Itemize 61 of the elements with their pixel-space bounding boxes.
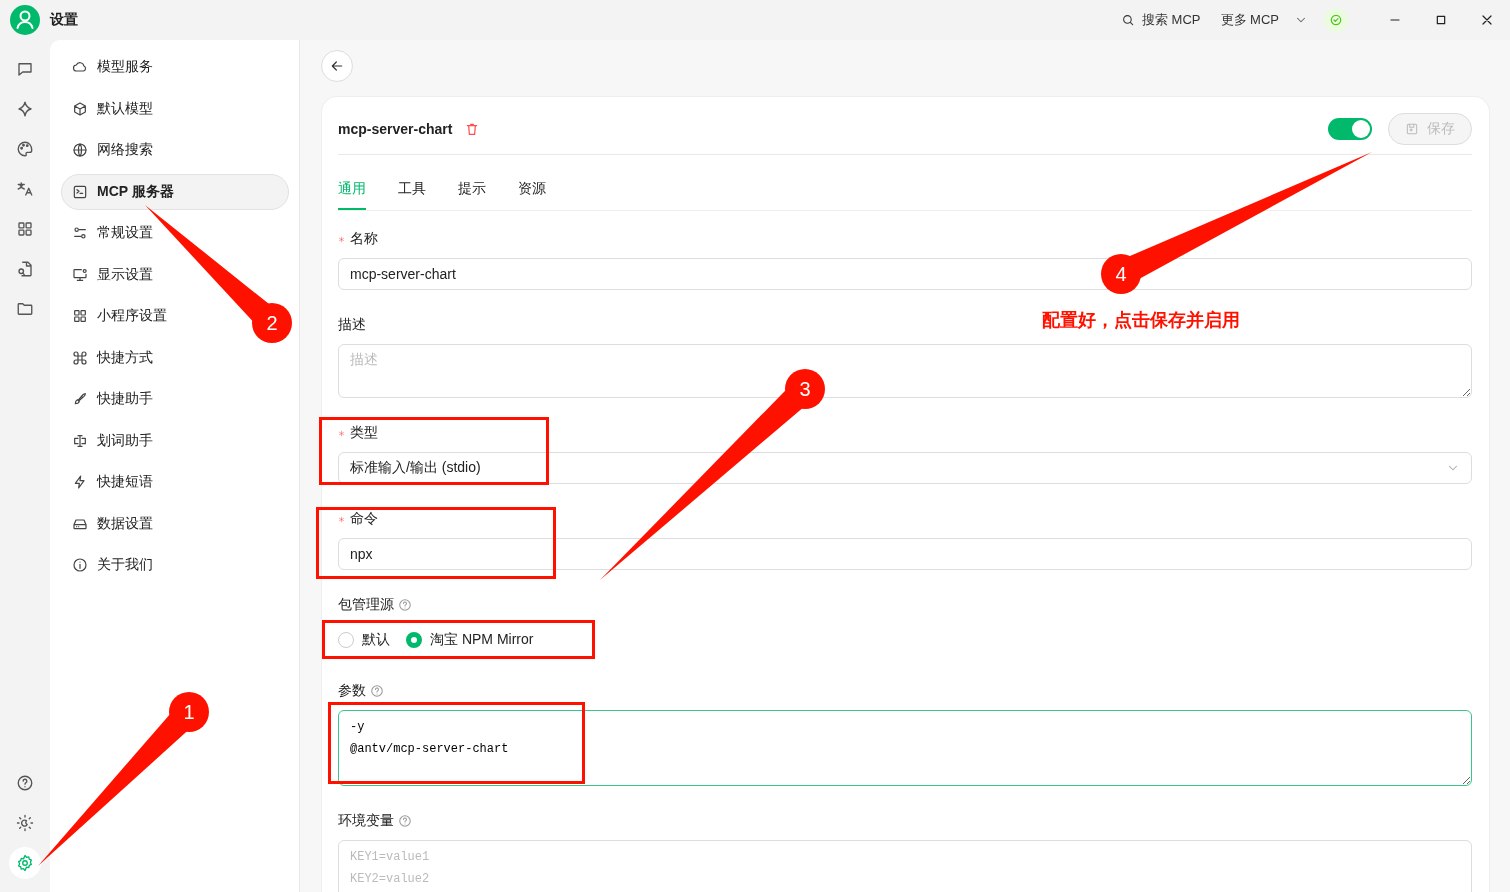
field-label: 命令 [350,510,378,528]
field-label: 描述 [338,316,366,334]
text-cursor-icon [72,432,88,449]
chat-icon[interactable] [16,60,34,78]
search-mcp-button[interactable]: 搜索 MCP [1121,11,1201,29]
sidebar-item[interactable]: 网络搜索 [61,132,164,168]
grid-icon [72,308,88,324]
info-icon [72,557,88,573]
cloud-icon [72,59,88,75]
field-label: 参数 [338,682,366,700]
search-icon [1121,13,1135,27]
sidebar-item[interactable]: 快捷短语 [61,464,164,500]
sidebar-item[interactable]: 数据设置 [61,505,164,542]
tab[interactable]: 提示 [458,178,486,210]
back-button[interactable] [321,50,353,82]
tab[interactable]: 资源 [518,178,546,210]
field-label: 类型 [350,424,378,442]
theme-icon[interactable] [16,814,34,832]
check-circle-icon [1324,8,1348,32]
radio-button[interactable] [338,632,354,648]
sidebar-item[interactable]: 关于我们 [61,547,164,583]
command-icon [72,349,88,366]
radio-option[interactable]: 淘宝 NPM Mirror [406,631,534,649]
monitor-icon [72,266,88,283]
sidebar-item[interactable]: MCP 服务器 [61,173,289,210]
help-icon[interactable] [16,774,34,792]
sidebar-item[interactable]: 划词助手 [61,422,164,459]
radio-button[interactable] [406,632,422,648]
sidebar-item[interactable]: 模型服务 [61,49,164,85]
enable-toggle[interactable] [1328,117,1372,140]
lightning-icon [72,474,88,490]
sliders-icon [72,225,88,241]
text-area[interactable]: -y @antv/mcp-server-chart [338,710,1472,786]
field-label: 名称 [350,230,378,248]
terminal-icon [72,183,88,200]
avatar-icon [10,5,40,35]
field-label: 包管理源 [338,596,394,614]
sparkle-icon[interactable] [16,100,34,118]
server-name: mcp-server-chart [338,120,453,137]
tab[interactable]: 工具 [398,178,426,210]
more-mcp-dropdown[interactable]: 更多 MCP [1220,11,1308,29]
translate-icon[interactable] [16,180,34,198]
annotation-note: 配置好，点击保存并启用 [1042,309,1240,332]
sidebar-item[interactable]: 小程序设置 [61,298,178,334]
globe-icon [72,142,88,158]
palette-icon[interactable] [16,140,34,158]
document-search-icon[interactable] [16,260,34,278]
arrow-left-icon [329,58,345,74]
grid-icon[interactable] [16,220,34,238]
text-area[interactable]: KEY1=value1 KEY2=value2 [338,840,1472,892]
sidebar-item[interactable]: 快捷方式 [61,339,164,376]
sidebar-item[interactable]: 默认模型 [61,90,164,127]
field-label: 环境变量 [338,812,394,830]
sidebar-item[interactable]: 常规设置 [61,215,164,251]
text-field[interactable]: npx [338,538,1472,570]
cube-icon [72,100,88,117]
sidebar-item[interactable]: 显示设置 [61,256,164,293]
folder-icon[interactable] [16,300,34,318]
window-title: 设置 [50,11,78,29]
radio-option[interactable]: 默认 [338,631,390,649]
sidebar-item[interactable]: 快捷助手 [61,381,164,417]
